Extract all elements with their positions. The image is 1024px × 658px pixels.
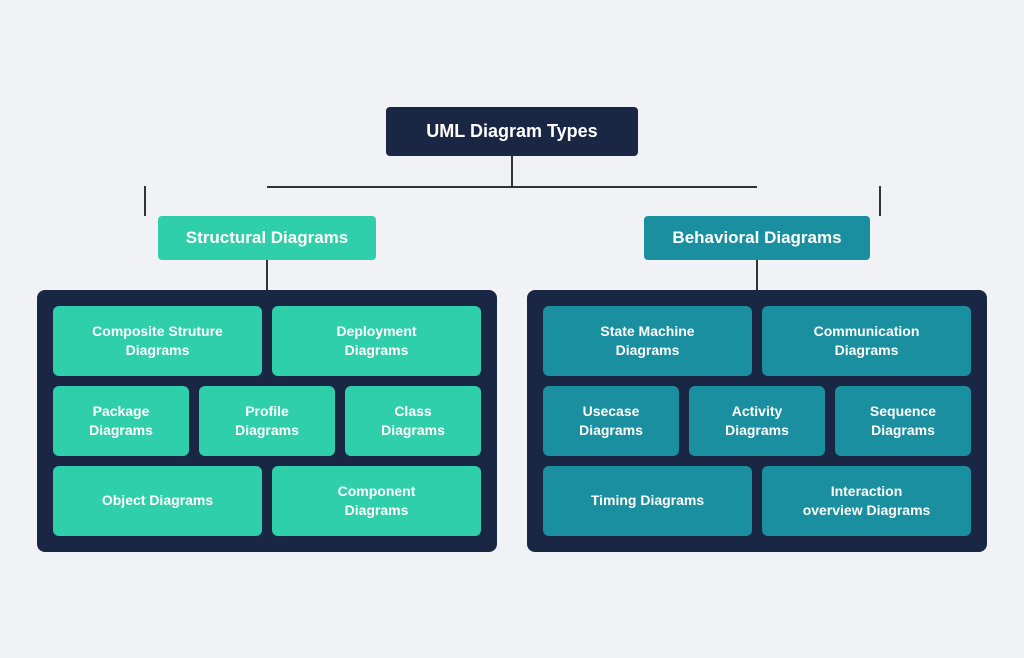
root-connector — [511, 156, 513, 186]
interaction-overview-diagrams: Interactionoverview Diagrams — [762, 466, 971, 536]
package-diagrams: PackageDiagrams — [53, 386, 189, 456]
communication-diagrams: CommunicationDiagrams — [762, 306, 971, 376]
object-diagrams: Object Diagrams — [53, 466, 262, 536]
deployment-diagrams: DeploymentDiagrams — [272, 306, 481, 376]
behavioral-down-connector — [756, 260, 758, 290]
behavioral-label: Behavioral Diagrams — [644, 216, 869, 260]
structural-branch: Structural Diagrams Composite StrutureDi… — [22, 216, 512, 552]
right-branch-connector — [879, 186, 881, 216]
behavioral-row-1: State MachineDiagrams CommunicationDiagr… — [543, 306, 971, 376]
branches: Structural Diagrams Composite StrutureDi… — [22, 216, 1002, 552]
structural-row-1: Composite StrutureDiagrams DeploymentDia… — [53, 306, 481, 376]
left-branch-connector — [144, 186, 146, 216]
sequence-diagrams: SequenceDiagrams — [835, 386, 971, 456]
behavioral-row-3: Timing Diagrams Interactionoverview Diag… — [543, 466, 971, 536]
behavioral-panel: State MachineDiagrams CommunicationDiagr… — [527, 290, 987, 552]
structural-label: Structural Diagrams — [158, 216, 377, 260]
timing-diagrams: Timing Diagrams — [543, 466, 752, 536]
state-machine-diagrams: State MachineDiagrams — [543, 306, 752, 376]
structural-down-connector — [266, 260, 268, 290]
behavioral-branch: Behavioral Diagrams State MachineDiagram… — [512, 216, 1002, 552]
behavioral-row-2: UsecaseDiagrams ActivityDiagrams Sequenc… — [543, 386, 971, 456]
structural-row-2: PackageDiagrams ProfileDiagrams ClassDia… — [53, 386, 481, 456]
activity-diagrams: ActivityDiagrams — [689, 386, 825, 456]
structural-panel: Composite StrutureDiagrams DeploymentDia… — [37, 290, 497, 552]
split-row — [22, 186, 1002, 216]
component-diagrams: ComponentDiagrams — [272, 466, 481, 536]
class-diagrams: ClassDiagrams — [345, 386, 481, 456]
composite-structure-diagrams: Composite StrutureDiagrams — [53, 306, 262, 376]
usecase-diagrams: UsecaseDiagrams — [543, 386, 679, 456]
structural-row-3: Object Diagrams ComponentDiagrams — [53, 466, 481, 536]
profile-diagrams: ProfileDiagrams — [199, 386, 335, 456]
root-node: UML Diagram Types — [386, 107, 637, 156]
diagram-container: UML Diagram Types Structural Diagrams Co… — [22, 107, 1002, 552]
